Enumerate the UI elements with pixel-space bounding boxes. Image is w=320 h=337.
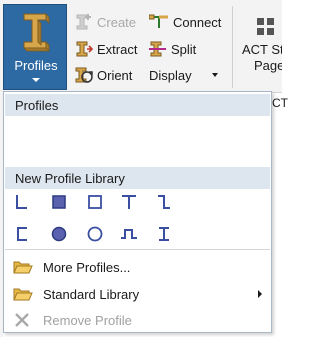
- channel-shape-icon[interactable]: [14, 225, 32, 243]
- standard-library-label: Standard Library: [43, 286, 140, 302]
- tee-shape-icon[interactable]: [120, 193, 138, 211]
- i-beam-profile-icon: [23, 13, 50, 52]
- act-label: ACT St: [242, 42, 282, 57]
- split-profile-icon: [149, 41, 166, 57]
- orient-label: Orient: [97, 67, 133, 83]
- solid-circle-shape-icon[interactable]: [50, 225, 68, 243]
- menu-divider: [5, 249, 270, 250]
- connect-label: Connect: [173, 14, 222, 30]
- angle-shape-icon[interactable]: [14, 193, 32, 211]
- close-icon: [13, 311, 33, 329]
- more-profiles-label: More Profiles...: [43, 259, 131, 275]
- background-tab-text: CT: [272, 96, 288, 110]
- orient-button[interactable]: Orient: [75, 64, 132, 86]
- act-start-page-button[interactable]: ACT St Page: [236, 10, 282, 85]
- display-label: Display: [149, 67, 192, 83]
- split-label: Split: [171, 41, 197, 57]
- profiles-button-label: Profiles: [14, 58, 58, 73]
- extract-button[interactable]: Extract: [75, 38, 137, 60]
- grid-icon: [257, 18, 274, 35]
- chevron-down-icon: [32, 78, 40, 82]
- profiles-dropdown-menu: Profiles New Profile Library More Profil…: [3, 91, 272, 333]
- create-label: Create: [97, 14, 137, 30]
- display-dropdown[interactable]: Display: [149, 64, 218, 86]
- ribbon-toolbar: Profiles Create Extract Orient Connect S…: [0, 0, 282, 93]
- i-beam-shape-icon[interactable]: [155, 225, 173, 243]
- profiles-button[interactable]: Profiles: [3, 4, 67, 90]
- submenu-arrow-icon: [258, 290, 262, 298]
- chevron-down-icon: [211, 73, 218, 77]
- split-button[interactable]: Split: [149, 38, 196, 60]
- library-section-header: New Profile Library: [5, 167, 270, 189]
- folder-open-icon: [13, 258, 33, 276]
- extract-label: Extract: [97, 41, 138, 57]
- connect-button[interactable]: Connect: [149, 11, 221, 33]
- profiles-list-empty: [5, 116, 270, 166]
- extract-profile-icon: [76, 41, 93, 57]
- orient-profile-icon: [75, 67, 93, 83]
- z-shape-icon[interactable]: [155, 193, 173, 211]
- hollow-rectangle-shape-icon[interactable]: [86, 193, 104, 211]
- create-button[interactable]: Create: [75, 11, 136, 33]
- remove-profile-label: Remove Profile: [43, 312, 132, 328]
- standard-library-item[interactable]: Standard Library: [5, 282, 270, 306]
- hollow-circle-shape-icon[interactable]: [86, 225, 104, 243]
- solid-rectangle-shape-icon[interactable]: [50, 193, 68, 211]
- hat-shape-icon[interactable]: [120, 225, 138, 243]
- ribbon-separator: [232, 6, 233, 88]
- connect-icon: [149, 14, 168, 28]
- create-profile-icon: [76, 14, 91, 30]
- more-profiles-item[interactable]: More Profiles...: [5, 255, 270, 279]
- profiles-section-header: Profiles: [5, 94, 270, 116]
- remove-profile-item[interactable]: Remove Profile: [5, 308, 270, 332]
- folder-open-icon: [13, 285, 33, 303]
- act-label-page: Page: [254, 58, 282, 73]
